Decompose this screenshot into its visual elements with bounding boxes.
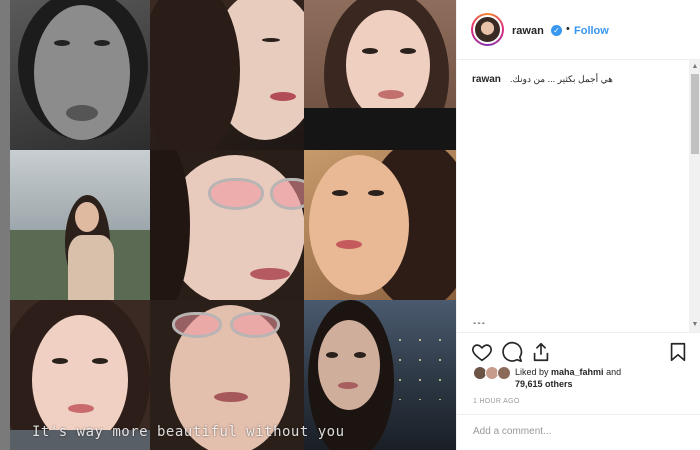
collage-tile (304, 0, 456, 150)
avatar[interactable] (473, 15, 502, 44)
heart-icon[interactable] (471, 341, 493, 363)
scroll-thumb[interactable] (691, 74, 699, 154)
collage-tile (10, 0, 150, 150)
story-ring[interactable] (471, 13, 504, 46)
image-overlay-text: It's way more beautiful without you (32, 424, 345, 440)
collage-tile (10, 150, 150, 300)
post-image[interactable]: It's way more beautiful without you (10, 0, 456, 450)
collage-tile (150, 0, 304, 150)
scroll-up-arrow-icon[interactable]: ▲ (689, 62, 700, 72)
comment-input[interactable] (473, 426, 673, 437)
likes-text: Liked by maha_fahmi and 79,615 others (515, 366, 621, 390)
liker-avatar[interactable] (497, 366, 511, 380)
comments-scrollbar[interactable]: ▲ ▼ (689, 60, 700, 332)
post-timestamp[interactable]: 1 HOUR AGO (473, 398, 520, 405)
collage-tile (304, 150, 456, 300)
bookmark-icon[interactable] (667, 341, 689, 363)
likes-prefix: Liked by (515, 367, 552, 377)
collage-tile (150, 150, 304, 300)
follow-button[interactable]: Follow (574, 25, 609, 37)
instagram-post-modal: It's way more beautiful without you rawa… (0, 0, 700, 450)
share-icon[interactable] (530, 341, 552, 363)
verified-badge-icon: ✓ (551, 25, 562, 36)
comments-divider: --- (473, 318, 486, 329)
caption-text: .هي أجمل بكثير ... من دونك (510, 74, 613, 84)
separator-dot: • (566, 23, 570, 35)
action-bar (457, 332, 700, 368)
post-header: rawan ✓ • Follow (457, 0, 700, 60)
scroll-down-arrow-icon[interactable]: ▼ (689, 320, 700, 330)
comments-area[interactable]: rawan .هي أجمل بكثير ... من دونك --- (457, 60, 689, 332)
liked-by-user-link[interactable]: maha_fahmi (551, 367, 604, 377)
likes-count-link[interactable]: 79,615 others (515, 379, 573, 389)
post-side-panel: rawan ✓ • Follow rawan .هي أجمل بكثير ..… (456, 0, 700, 450)
likes-and: and (603, 367, 622, 377)
header-username[interactable]: rawan (512, 25, 544, 37)
comment-form (457, 414, 700, 450)
comment-icon[interactable] (501, 341, 523, 363)
caption-username[interactable]: rawan (472, 74, 501, 85)
likes-summary: Liked by maha_fahmi and 79,615 others (473, 366, 693, 396)
